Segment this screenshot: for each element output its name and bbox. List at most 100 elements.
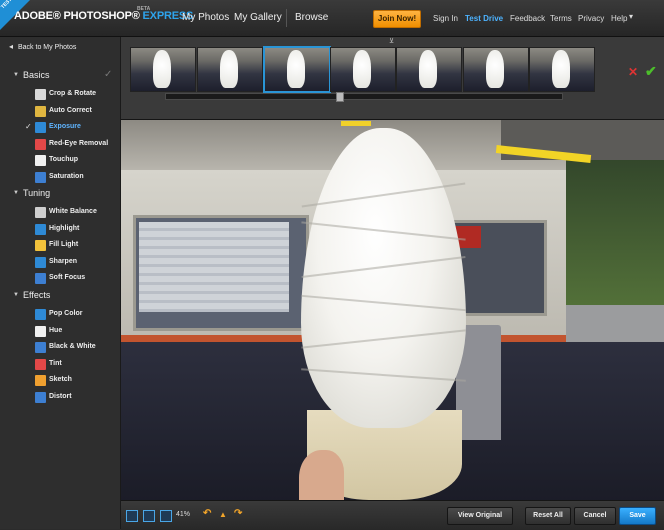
exposure-icon: [35, 122, 46, 133]
tool-fill-light[interactable]: Fill Light: [0, 239, 120, 253]
variation-thumbnail[interactable]: [396, 47, 462, 92]
thumbnail-image: [219, 50, 238, 88]
tool-pop-color[interactable]: Pop Color: [0, 308, 120, 322]
zoom-fill-icon[interactable]: [160, 510, 172, 522]
terms-link[interactable]: Terms: [550, 14, 572, 23]
saturation-icon: [35, 171, 46, 183]
hue-icon: [35, 325, 46, 337]
logo-main: ADOBE® PHOTOSHOP®: [14, 10, 140, 22]
tool-black-white[interactable]: Black & White: [0, 341, 120, 355]
variation-filmstrip: ⊻ ✕ ✔: [121, 37, 664, 120]
tool-highlight[interactable]: Highlight: [0, 223, 120, 237]
tint-icon: [35, 358, 46, 370]
white-balance-icon: [35, 207, 46, 218]
nav-my-photos[interactable]: My Photos: [182, 12, 229, 23]
highlight-icon: [35, 223, 46, 235]
test-drive-link[interactable]: Test Drive: [465, 14, 503, 23]
variation-thumbnail[interactable]: [462, 47, 529, 92]
privacy-link[interactable]: Privacy: [578, 14, 604, 23]
join-now-button[interactable]: Join Now!: [373, 10, 421, 28]
sharpen-icon: [35, 256, 46, 268]
help-link[interactable]: Help: [611, 14, 627, 23]
tool-hue[interactable]: Hue: [0, 325, 120, 339]
tool-sharpen[interactable]: Sharpen: [0, 256, 120, 270]
soft-focus-icon: [35, 273, 46, 284]
variation-thumbnail[interactable]: [130, 47, 196, 92]
feedback-link[interactable]: Feedback: [510, 14, 545, 23]
thumbnail-image: [419, 50, 437, 88]
top-bar: TEST DRIVE ADOBE® PHOTOSHOP® EXPRESS BET…: [0, 0, 664, 37]
variation-thumbnail[interactable]: [529, 47, 595, 92]
collapse-arrow-icon[interactable]: ⊻: [389, 37, 394, 45]
tool-soft-focus[interactable]: Soft Focus: [0, 272, 120, 286]
tool-label: Pop Color: [49, 310, 83, 317]
nav-my-gallery[interactable]: My Gallery: [234, 12, 282, 23]
tool-tint[interactable]: Tint: [0, 358, 120, 372]
tool-red-eye-removal[interactable]: Red-Eye Removal: [0, 138, 120, 152]
thumbnail-image: [153, 50, 171, 88]
photo-canvas[interactable]: [121, 120, 664, 500]
nav-browse[interactable]: Browse: [295, 12, 328, 23]
reject-icon[interactable]: ✕: [628, 65, 638, 79]
tool-exposure[interactable]: ✓ Exposure: [0, 121, 120, 135]
redo-icon[interactable]: ↷: [234, 508, 242, 519]
tool-label: Tint: [49, 359, 62, 367]
collapse-triangle-icon[interactable]: ▼: [13, 190, 19, 196]
tool-label: Saturation: [49, 172, 84, 180]
check-icon: ✓: [104, 69, 113, 80]
tool-label: Touchup: [49, 156, 79, 163]
photo-yellow-light-top: [341, 121, 371, 126]
variation-thumbnail[interactable]: [263, 46, 331, 93]
collapse-triangle-icon[interactable]: ▼: [13, 292, 19, 298]
thumbnail-image: [552, 50, 570, 88]
tool-crop-rotate[interactable]: Crop & Rotate: [0, 88, 120, 102]
zoom-fit-icon[interactable]: [126, 510, 138, 522]
reset-all-button[interactable]: Reset All: [525, 507, 571, 525]
tool-label: Exposure: [49, 123, 81, 130]
save-button[interactable]: Save: [619, 507, 656, 525]
filmstrip-scroll-thumb[interactable]: [336, 92, 344, 102]
accept-icon[interactable]: ✔: [645, 63, 657, 80]
nav-divider: [286, 9, 287, 27]
tool-touchup[interactable]: Touchup: [0, 154, 120, 168]
thumbnail-image: [287, 50, 305, 88]
tool-auto-correct[interactable]: Auto Correct: [0, 105, 120, 119]
app-logo[interactable]: ADOBE® PHOTOSHOP® EXPRESS: [14, 10, 193, 22]
chevron-down-icon[interactable]: ▾: [629, 12, 633, 21]
back-to-my-photos-link[interactable]: Back to My Photos: [18, 44, 76, 51]
view-original-button[interactable]: View Original: [447, 507, 513, 525]
history-icon[interactable]: ▲: [219, 510, 227, 519]
beta-badge: BETA: [137, 6, 151, 12]
tool-label: Distort: [49, 392, 72, 400]
back-arrow-icon[interactable]: ◂: [9, 42, 13, 51]
zoom-actual-icon[interactable]: [143, 510, 155, 522]
section-basics[interactable]: ▼ Basics ✓: [0, 69, 120, 84]
section-label: Tuning: [23, 188, 51, 198]
cancel-button[interactable]: Cancel: [574, 507, 616, 525]
tool-label: Black & White: [49, 343, 96, 350]
tool-saturation[interactable]: Saturation: [0, 171, 120, 185]
photo-menu-board: [139, 222, 289, 312]
pop-color-icon: [35, 309, 46, 320]
section-label: Effects: [23, 290, 51, 300]
variation-thumbnail[interactable]: [329, 47, 396, 92]
hand-icon: [35, 155, 46, 166]
tool-label: Red-Eye Removal: [49, 139, 109, 147]
tool-sketch[interactable]: Sketch: [0, 374, 120, 388]
undo-icon[interactable]: ↶: [203, 508, 211, 519]
section-effects[interactable]: ▼ Effects: [0, 290, 120, 304]
tool-label: White Balance: [49, 208, 97, 215]
tool-label: Sharpen: [49, 257, 78, 265]
section-tuning[interactable]: ▼ Tuning: [0, 188, 120, 202]
sketch-icon: [35, 375, 46, 386]
collapse-triangle-icon[interactable]: ▼: [13, 72, 19, 78]
sign-in-link[interactable]: Sign In: [433, 14, 458, 23]
variation-thumbnail[interactable]: [196, 47, 263, 92]
tool-white-balance[interactable]: White Balance: [0, 206, 120, 220]
tool-label: Highlight: [49, 224, 80, 232]
filmstrip-scrollbar[interactable]: [165, 92, 563, 102]
thumbnail-image: [352, 50, 371, 88]
tool-label: Soft Focus: [49, 274, 86, 281]
tool-label: Crop & Rotate: [49, 90, 97, 97]
tool-distort[interactable]: Distort: [0, 391, 120, 405]
